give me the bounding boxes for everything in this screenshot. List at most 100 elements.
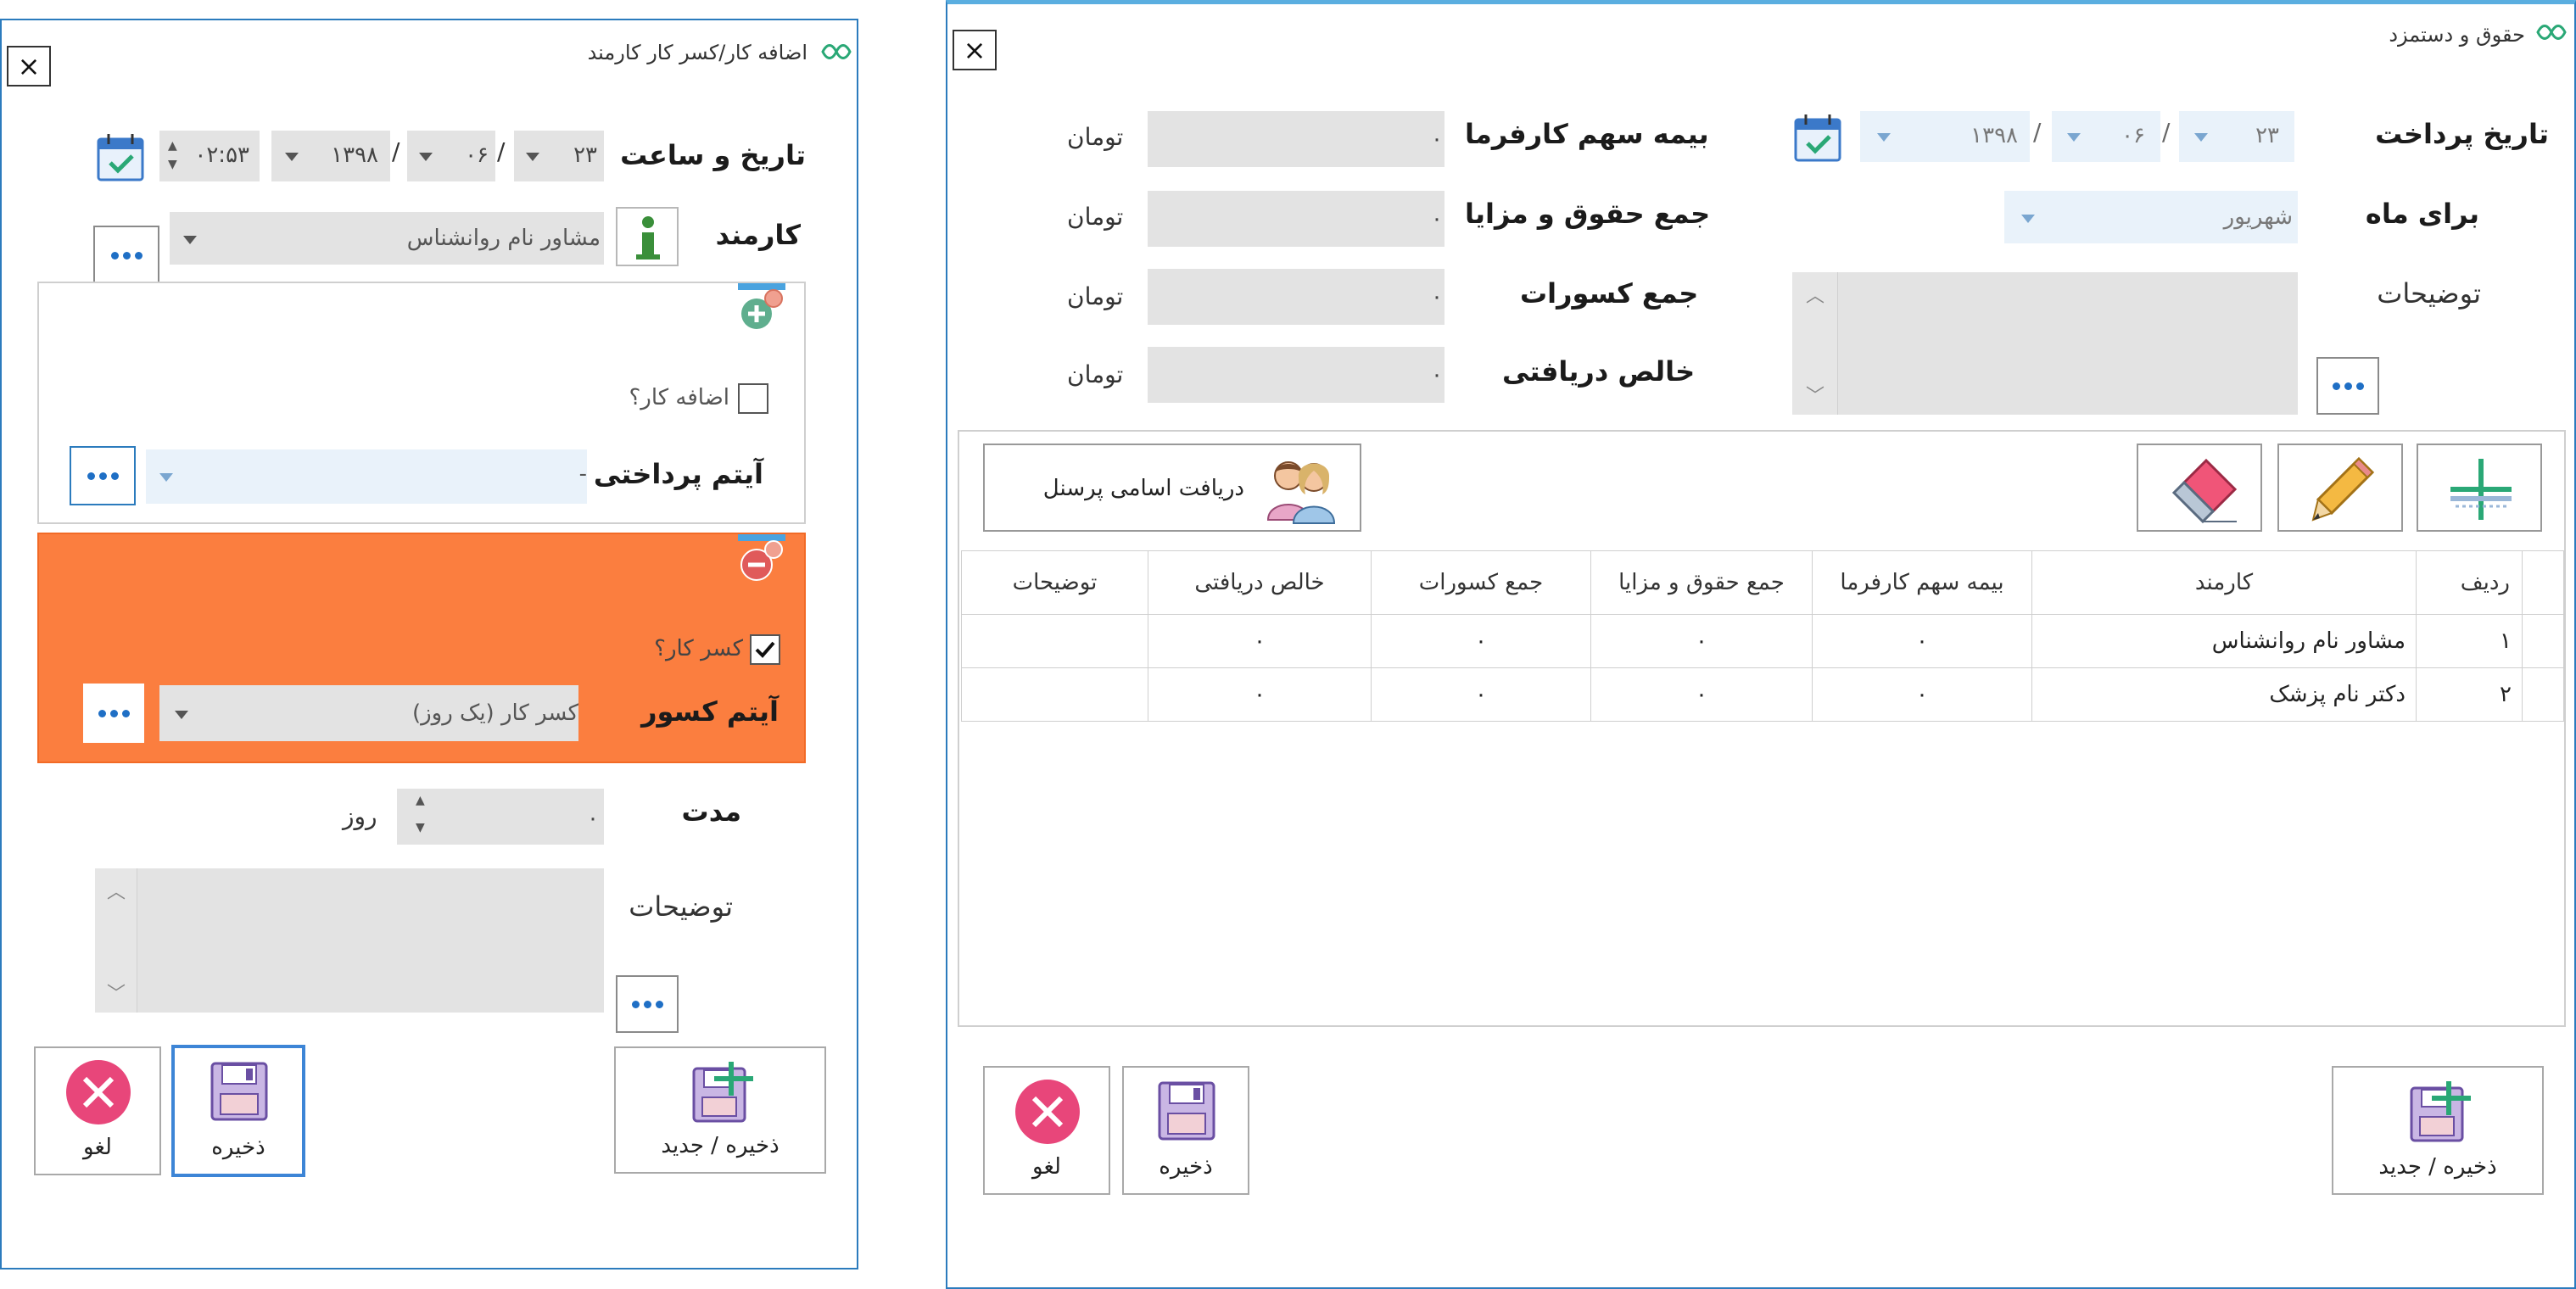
cancel-label: لغو — [1032, 1154, 1061, 1180]
get-personnel-button[interactable]: دریافت اسامی پرسنل — [983, 444, 1361, 532]
column-header-description[interactable]: توضیحات — [961, 550, 1148, 615]
scroll-down-icon[interactable]: ﹀ — [107, 979, 126, 1006]
column-header-employer-insurance[interactable]: بیمه سهم کارفرما — [1812, 550, 2032, 615]
duration-label: مدت — [681, 795, 741, 828]
close-icon: × — [963, 34, 986, 66]
cell-net-pay: ۰ — [1148, 667, 1372, 722]
employee-more-button[interactable] — [93, 226, 159, 285]
spin-up-icon[interactable]: ▲ — [416, 794, 425, 807]
overtime-checkbox[interactable] — [738, 383, 768, 414]
total-deductions-label: جمع کسورات — [1520, 277, 1699, 310]
payment-item-more-button[interactable] — [70, 446, 136, 505]
cell-description — [961, 614, 1148, 668]
remove-circle-icon — [740, 540, 783, 581]
cancel-button[interactable]: لغو — [34, 1046, 161, 1175]
column-header-total-deductions[interactable]: جمع کسورات — [1371, 550, 1591, 615]
month-select[interactable]: شهریور — [2004, 191, 2298, 243]
app-logo-icon — [2536, 25, 2567, 40]
time-value: ۰۲:۵۳ — [194, 142, 249, 168]
add-row-icon — [2450, 459, 2512, 520]
spin-up-icon[interactable]: ▲ — [168, 139, 177, 153]
add-button[interactable] — [2417, 444, 2542, 532]
cell-total-deductions: ۰ — [1371, 667, 1591, 722]
table-row[interactable]: ۲ دکتر نام پزشک ۰ ۰ ۰ ۰ — [961, 667, 2564, 722]
employer-insurance-label: بیمه سهم کارفرما — [1465, 118, 1709, 150]
get-personnel-label: دریافت اسامی پرسنل — [1042, 476, 1244, 501]
close-button[interactable]: × — [7, 46, 51, 86]
table-row[interactable]: ۱ مشاور نام روانشناس ۰ ۰ ۰ ۰ — [961, 614, 2564, 668]
spin-down-icon[interactable]: ▼ — [168, 158, 177, 171]
date-day-select[interactable]: ۲۳ — [514, 131, 604, 181]
payment-item-select[interactable]: - — [146, 449, 587, 504]
close-icon: × — [17, 50, 41, 82]
scroll-down-icon[interactable]: ﹀ — [1806, 381, 1824, 408]
date-year-select[interactable]: ۱۳۹۸ — [271, 131, 390, 181]
cell-total-salary: ۰ — [1590, 667, 1813, 722]
payment-month-value: ۰۶ — [2121, 123, 2145, 148]
description-scrollbar[interactable]: ︿ ﹀ — [1792, 272, 1838, 415]
calendar-icon[interactable] — [1792, 113, 1843, 164]
duration-value: ۰ — [587, 806, 599, 831]
column-header-employee[interactable]: کارمند — [2031, 550, 2417, 615]
scroll-up-icon[interactable]: ︿ — [107, 877, 126, 904]
floppy-disk-icon — [1158, 1081, 1215, 1141]
deduction-item-more-button[interactable] — [83, 684, 144, 743]
description-textarea[interactable]: ︿ ﹀ — [1792, 272, 2298, 415]
month-value: شهریور — [2223, 204, 2293, 230]
chevron-down-icon — [419, 153, 433, 161]
save-new-button[interactable]: ذخیره / جدید — [2332, 1066, 2544, 1195]
cancel-icon — [66, 1060, 131, 1124]
employee-info-button[interactable] — [616, 207, 679, 266]
cell-description — [961, 667, 1148, 722]
chevron-down-icon — [2067, 133, 2081, 142]
duration-input[interactable]: ۰ ▲ ▼ — [397, 789, 604, 845]
column-header-total-salary[interactable]: جمع حقوق و مزایا — [1590, 550, 1813, 615]
clear-button[interactable] — [2137, 444, 2262, 532]
cell-row-number: ۱ — [2416, 614, 2523, 668]
spin-down-icon[interactable]: ▼ — [416, 821, 425, 834]
description-label: توضیحات — [2377, 277, 2481, 310]
date-separator: / — [392, 137, 400, 165]
total-salary-label: جمع حقوق و مزایا — [1465, 198, 1711, 230]
date-month-select[interactable]: ۰۶ — [407, 131, 495, 181]
summary-unit: تومان — [1067, 282, 1124, 310]
scroll-up-icon[interactable]: ︿ — [1806, 281, 1824, 308]
description-textarea[interactable]: ︿ ﹀ — [95, 868, 604, 1013]
save-button[interactable]: ذخیره — [1122, 1066, 1249, 1195]
chevron-down-icon — [183, 236, 197, 244]
save-new-button[interactable]: ذخیره / جدید — [614, 1046, 826, 1174]
payroll-dialog: حقوق و دستمزد × تاریخ پرداخت ۲۳ / ۰۶ / ۱… — [946, 0, 2576, 1289]
column-header-row-number[interactable]: ردیف — [2416, 550, 2523, 615]
row-selector[interactable] — [2522, 614, 2564, 668]
payment-month-select[interactable]: ۰۶ — [2052, 111, 2160, 162]
payment-day-value: ۲۳ — [2255, 123, 2279, 148]
column-header-net-pay[interactable]: خالص دریافتی — [1148, 550, 1372, 615]
summary-unit: تومان — [1067, 123, 1124, 151]
time-input[interactable]: ۰۲:۵۳ ▲ ▼ — [159, 131, 260, 181]
description-more-button[interactable] — [616, 975, 679, 1033]
add-circle-icon — [741, 289, 783, 329]
cell-total-deductions: ۰ — [1371, 614, 1591, 668]
chevron-down-icon — [175, 711, 188, 719]
save-new-label: ذخیره / جدید — [2378, 1154, 2497, 1180]
deduction-checkbox[interactable] — [750, 634, 780, 665]
date-separator: / — [2162, 118, 2171, 146]
close-button[interactable]: × — [953, 30, 997, 70]
chevron-down-icon — [526, 153, 539, 161]
edit-button[interactable] — [2277, 444, 2403, 532]
cancel-button[interactable]: لغو — [983, 1066, 1110, 1195]
date-day-value: ۲۳ — [573, 142, 597, 168]
description-label: توضیحات — [629, 890, 733, 923]
cell-net-pay: ۰ — [1148, 614, 1372, 668]
payment-item-value: - — [578, 461, 587, 487]
description-more-button[interactable] — [2316, 357, 2379, 415]
description-scrollbar[interactable]: ︿ ﹀ — [95, 868, 137, 1013]
save-button[interactable]: ذخیره — [171, 1045, 305, 1177]
payment-day-select[interactable]: ۲۳ — [2179, 111, 2294, 162]
deduction-item-select[interactable]: کسر کار (یک روز) — [159, 685, 578, 741]
row-selector[interactable] — [2522, 667, 2564, 722]
dialog-title: حقوق و دستمزد — [2389, 23, 2525, 47]
employee-select[interactable]: مشاور نام روانشناس — [170, 212, 604, 265]
payment-year-select[interactable]: ۱۳۹۸ — [1860, 111, 2030, 162]
calendar-icon[interactable] — [95, 132, 146, 183]
